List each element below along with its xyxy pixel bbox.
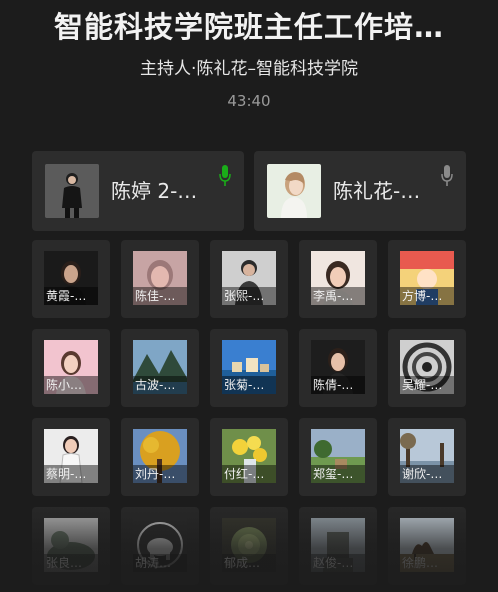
- participant-name: 胡涛…: [133, 554, 187, 572]
- participant-tile[interactable]: 方博-…: [388, 240, 466, 318]
- participant-tile[interactable]: 刘丹-…: [121, 418, 199, 496]
- participant-tile[interactable]: 陈佳-…: [121, 240, 199, 318]
- mic-on-icon: [219, 165, 231, 186]
- participant-name: 付红-…: [222, 465, 276, 483]
- participant-tile[interactable]: 徐鹏…: [388, 507, 466, 585]
- participant-name: 陈倩-…: [311, 376, 365, 394]
- participant-name: 赵俊-…: [311, 554, 365, 572]
- participant-tile[interactable]: 黄霞-…: [32, 240, 110, 318]
- participant-tile[interactable]: 陈小…: [32, 329, 110, 407]
- participant-tile[interactable]: 吴耀-…: [388, 329, 466, 407]
- participant-name: 吴耀-…: [400, 376, 454, 394]
- participant-tile[interactable]: 李禹-…: [299, 240, 377, 318]
- participant-tile[interactable]: 郁成…: [210, 507, 288, 585]
- host-line: 主持人·陈礼花–智能科技学院: [140, 59, 358, 79]
- participant-name: 徐鹏…: [400, 554, 454, 572]
- mic-muted-icon: [441, 165, 453, 186]
- participant-name: 黄霞-…: [44, 287, 98, 305]
- participant-tile[interactable]: 蔡明-…: [32, 418, 110, 496]
- participant-tile[interactable]: 陈倩-…: [299, 329, 377, 407]
- speaker-name: 陈婷 2-…: [111, 179, 198, 203]
- participant-tile[interactable]: 付红-…: [210, 418, 288, 496]
- participant-tile[interactable]: 古波-…: [121, 329, 199, 407]
- participant-tile[interactable]: 郑玺-…: [299, 418, 377, 496]
- featured-tile-speaker[interactable]: 陈婷 2-…: [32, 151, 244, 231]
- participant-name: 郁成…: [222, 554, 276, 572]
- participant-tile[interactable]: 赵俊-…: [299, 507, 377, 585]
- participant-tile[interactable]: 胡涛…: [121, 507, 199, 585]
- participant-tile[interactable]: 张熙-…: [210, 240, 288, 318]
- meeting-title: 智能科技学院班主任工作培…: [53, 10, 444, 44]
- participant-name: 张良…: [44, 554, 98, 572]
- participant-name: 方博-…: [400, 287, 454, 305]
- avatar: [267, 164, 321, 218]
- participant-name: 刘丹-…: [133, 465, 187, 483]
- participant-name: 陈小…: [44, 376, 98, 394]
- participant-name: 蔡明-…: [44, 465, 98, 483]
- participant-name: 陈佳-…: [133, 287, 187, 305]
- avatar: [45, 164, 99, 218]
- participant-name: 谢欣-…: [400, 465, 454, 483]
- participant-tile[interactable]: 张良…: [32, 507, 110, 585]
- participant-tile[interactable]: 谢欣-…: [388, 418, 466, 496]
- meeting-timer: 43:40: [227, 92, 271, 110]
- participant-name: 郑玺-…: [311, 465, 365, 483]
- participant-tile[interactable]: 张菊-…: [210, 329, 288, 407]
- participant-name: 古波-…: [133, 376, 187, 394]
- participant-name: 李禹-…: [311, 287, 365, 305]
- participant-name: 张熙-…: [222, 287, 276, 305]
- featured-tile-host[interactable]: 陈礼花-…: [254, 151, 466, 231]
- participant-name: 张菊-…: [222, 376, 276, 394]
- speaker-name: 陈礼花-…: [333, 179, 421, 203]
